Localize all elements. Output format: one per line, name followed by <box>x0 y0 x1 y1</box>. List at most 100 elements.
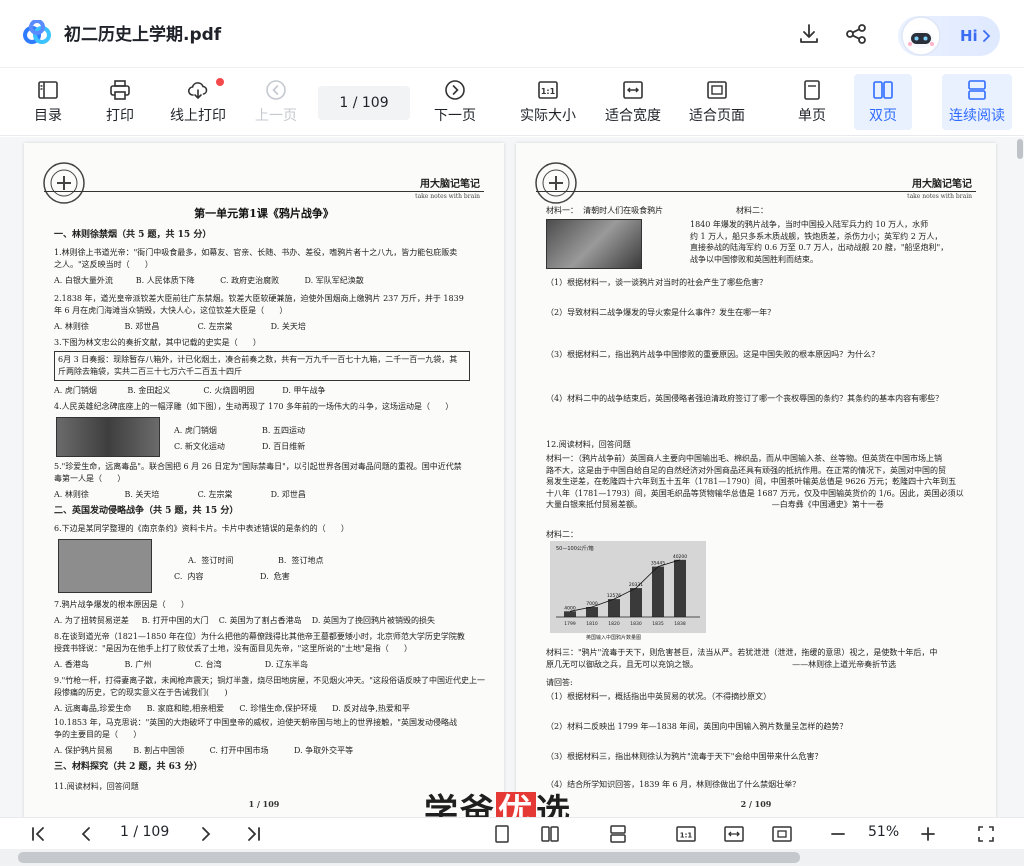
chart-value-label: 35445 <box>651 561 665 567</box>
document-viewer[interactable]: 用大脑记笔记 take notes with brain 第一单元第1课《鸦片战… <box>0 137 1024 817</box>
question-options: A. 保护鸦片贸易 B. 割占中国领 C. 打开中国市场 D. 争取外交平等 <box>54 746 354 755</box>
fit-page-icon <box>707 81 727 99</box>
toc-button[interactable]: 目录 <box>22 74 74 130</box>
actual-size-button[interactable]: 1:1 实际大小 <box>514 74 582 130</box>
prev-page-label: 上一页 <box>255 108 297 124</box>
fullscreen-icon[interactable] <box>976 824 996 844</box>
page-number: 2 / 109 <box>740 799 772 809</box>
school-seal-icon <box>43 162 85 204</box>
page-number-input[interactable]: 1 / 109 <box>318 86 410 120</box>
page-header-en: take notes with brain <box>415 193 480 200</box>
fit-width-label: 适合宽度 <box>605 108 661 124</box>
chart-tick-label: 1820 <box>608 621 620 627</box>
chart-bar-1830 <box>630 588 642 617</box>
continuous-read-button[interactable]: 连续阅读 <box>942 74 1012 130</box>
horizontal-scroll-thumb[interactable] <box>18 852 800 863</box>
svg-text:1:1: 1:1 <box>680 832 693 840</box>
chart-title: 英国输入中国鸦片数量图 <box>586 635 642 641</box>
material-label: 材料二： <box>546 530 578 539</box>
zoom-level[interactable]: 51% <box>868 824 899 840</box>
chevron-left-circle-icon <box>266 80 286 100</box>
fit-page-icon[interactable] <box>772 824 792 844</box>
online-print-button[interactable]: 线上打印 <box>164 74 232 130</box>
next-page-button[interactable]: 下一页 <box>428 74 482 130</box>
svg-text:1:1: 1:1 <box>541 87 556 96</box>
online-print-label: 线上打印 <box>170 108 226 124</box>
single-page-view-icon[interactable] <box>492 824 512 844</box>
question-text: （4）材料二中的战争结束后，英国侵略者强迫清政府签订了哪一个丧权辱国的条约？其条… <box>546 394 944 403</box>
printer-icon <box>110 80 130 100</box>
chevron-right-icon <box>983 30 991 42</box>
bottom-page-indicator[interactable]: 1 / 109 <box>120 824 169 840</box>
section-heading: 二、英国发动侵略战争（共 5 题，共 15 分） <box>54 506 239 516</box>
chart-bar-1799 <box>564 611 576 617</box>
question-text: 5."珍爱生命，远离毒品"。联合国把 6 月 26 日定为"国际禁毒日"，以引起… <box>54 462 462 483</box>
question-option: C. 内容 <box>174 572 204 581</box>
single-page-button[interactable]: 单页 <box>786 74 838 130</box>
question-text: （2）材料二反映出 1799 年—1838 年间，英国向中国输入鸦片数量呈怎样的… <box>546 722 848 731</box>
toc-label: 目录 <box>34 108 62 124</box>
bottom-bar: 1 / 109 1:1 51% <box>0 817 1024 849</box>
next-page-icon[interactable] <box>196 824 216 844</box>
prev-page-icon[interactable] <box>76 824 96 844</box>
actual-size-icon[interactable]: 1:1 <box>676 824 696 844</box>
question-text: （4）结合所学知识回答，1839 年 6 月，林则徐做出了什么禁烟壮举？ <box>546 780 801 789</box>
opium-smoking-image <box>546 219 642 269</box>
chart-value-label: 40200 <box>673 554 687 560</box>
vertical-scroll-thumb[interactable] <box>1017 139 1023 159</box>
vertical-scrollbar[interactable] <box>1016 137 1024 817</box>
question-option: D. 危害 <box>260 572 290 581</box>
actual-size-icon: 1:1 <box>538 81 558 99</box>
pdf-page-1: 用大脑记笔记 take notes with brain 第一单元第1课《鸦片战… <box>24 143 504 817</box>
first-page-icon[interactable] <box>28 824 48 844</box>
notification-dot <box>216 78 224 86</box>
question-text: 12.阅读材料，回答问题 <box>546 440 631 449</box>
actual-size-label: 实际大小 <box>520 108 576 124</box>
download-icon[interactable] <box>797 22 821 46</box>
fit-width-icon <box>623 81 643 99</box>
page-header: 用大脑记笔记 <box>420 179 480 190</box>
toc-icon <box>38 81 58 99</box>
pdf-page-2: 用大脑记笔记 take notes with brain 材料一： 清朝时人们在… <box>516 143 996 817</box>
page-header: 用大脑记笔记 <box>912 179 972 190</box>
material-text: 材料一：（鸦片战争前）英国商人主要向中国输出毛、棉织品，而从中国输入茶、丝等物。… <box>546 454 964 510</box>
chart-tick-label: 1810 <box>586 621 598 627</box>
question-option: A. 虎门销烟 <box>174 426 217 435</box>
question-text: 10.1853 年，马克思说："英国的大炮破坏了中国皇帝的威权，迫使天朝帝国与地… <box>54 718 457 739</box>
fit-width-icon[interactable] <box>724 824 744 844</box>
double-page-icon <box>873 81 893 99</box>
question-text: 6.下边是某同学整理的《南京条约》资料卡片。卡片中表述错误的是条约的（ ） <box>54 524 349 533</box>
last-page-icon[interactable] <box>244 824 264 844</box>
question-option: B. 签订地点 <box>278 556 324 565</box>
next-page-label: 下一页 <box>434 108 476 124</box>
chart-bar-1810 <box>586 607 598 617</box>
question-text: 8.在谈到道光帝（1821—1850 年在位）为什么把他的幕僚践得比其他帝王墓都… <box>54 632 465 653</box>
question-text: （2）导致材料二战争爆发的导火索是什么事件？发生在哪一年？ <box>546 308 776 317</box>
share-icon[interactable] <box>844 22 868 46</box>
section-heading: 三、材料探究（共 2 题，共 63 分） <box>54 762 203 772</box>
question-options: A. 林则徐 B. 邓世昌 C. 左宗棠 D. 关天培 <box>54 322 306 331</box>
question-options: A. 林则徐 B. 关天培 C. 左宗棠 D. 邓世昌 <box>54 490 306 499</box>
continuous-view-icon[interactable] <box>608 824 628 844</box>
question-option: D. 百日维新 <box>262 442 306 451</box>
zoom-in-icon[interactable] <box>918 824 938 844</box>
zoom-out-icon[interactable] <box>828 824 848 844</box>
print-label: 打印 <box>106 108 134 124</box>
assistant-button[interactable]: Hi <box>898 16 1000 56</box>
question-option: C. 新文化运动 <box>174 442 225 451</box>
question-text: 请回答: <box>546 678 573 687</box>
question-text: 4.人民英雄纪念碑底座上的一幅浮雕（如下图），生动再现了 170 多年前的一场伟… <box>54 402 454 411</box>
fit-width-button[interactable]: 适合宽度 <box>600 74 666 130</box>
question-options: A. 香港岛 B. 广州 C. 台湾 D. 辽东半岛 <box>54 660 309 669</box>
double-page-view-icon[interactable] <box>540 824 560 844</box>
prev-page-button[interactable]: 上一页 <box>250 74 302 130</box>
question-options: A. 虎门销烟 B. 金田起义 C. 火烧圆明园 D. 甲午战争 <box>54 386 326 395</box>
question-text: （3）根据材料二，指出鸦片战争中国惨败的重要原因。这是中国失败的根本原因吗？为什… <box>546 350 880 359</box>
fit-page-button[interactable]: 适合页面 <box>684 74 750 130</box>
double-page-button[interactable]: 双页 <box>854 74 912 130</box>
horizontal-scrollbar[interactable] <box>0 849 1024 866</box>
continuous-read-label: 连续阅读 <box>949 108 1005 124</box>
question-text: 9."竹枪一杆，打得妻离子散，未闻枪声震天；铜灯半盏，烧尽田地房屋，不见烟火冲天… <box>54 676 485 697</box>
chart-tick-label: 1838 <box>674 621 686 627</box>
print-button[interactable]: 打印 <box>94 74 146 130</box>
